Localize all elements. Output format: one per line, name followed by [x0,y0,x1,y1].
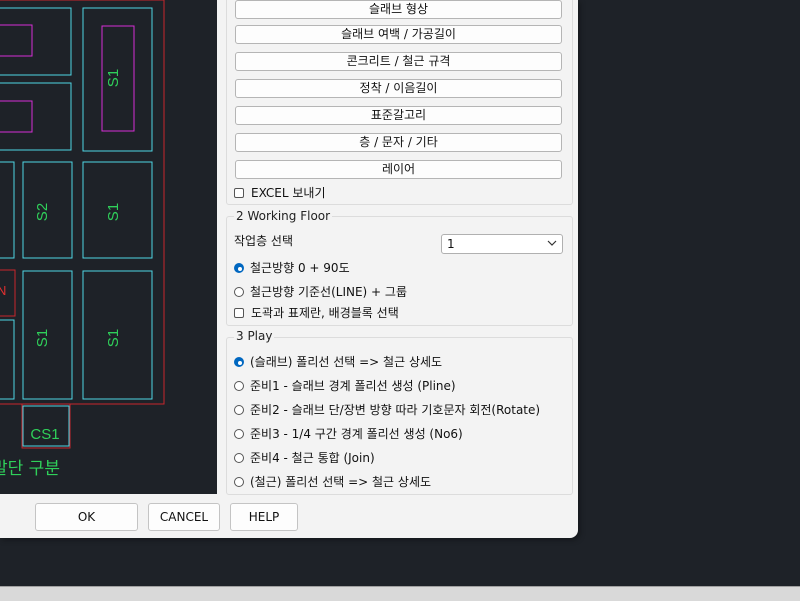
play-option-slab-detail[interactable]: (슬래브) 폴리선 선택 => 철근 상세도 [234,353,442,370]
floor-text-etc-button[interactable]: 층 / 문자 / 기타 [235,133,562,152]
checkbox-box[interactable] [234,187,244,198]
play-option-prep3[interactable]: 준비3 - 1/4 구간 경계 폴리선 생성 (No6) [234,425,463,442]
cancel-button[interactable]: CANCEL [148,503,220,531]
radio-selected[interactable] [234,356,244,367]
radio-label: 준비2 - 슬래브 단/장변 방향 따라 기호문자 회전(Rotate) [250,403,541,417]
radio-unselected[interactable] [234,286,244,297]
standard-hook-button[interactable]: 표준갈고리 [235,106,562,125]
floor-select-label: 작업층 선택 [234,234,294,248]
help-button[interactable]: HELP [230,503,298,531]
radio-label: (철근) 폴리선 선택 => 철근 상세도 [250,475,432,489]
excel-export-checkbox[interactable]: EXCEL 보내기 [234,184,326,201]
play-option-prep2[interactable]: 준비2 - 슬래브 단/장변 방향 따라 기호문자 회전(Rotate) [234,401,540,418]
checkbox-label: 도곽과 표제란, 배경블록 선택 [251,306,399,320]
working-floor-title: 2 Working Floor [234,209,333,223]
slab-rebar-dialog: S1 S2 S1 S1 S1 CS1 N 말단 구분 슬래브 형상 슬래브 여백… [0,0,578,538]
panel [0,161,15,259]
concrete-rebar-spec-button[interactable]: 콘크리트 / 철근 규격 [235,52,562,71]
panel-label: CS1 [30,426,59,443]
radio-label: 철근방향 기준선(LINE) + 그룹 [250,285,408,299]
cad-caption: 말단 구분 [0,459,60,479]
panel [0,82,72,151]
radio-label: (슬래브) 폴리선 선택 => 철근 상세도 [250,355,443,369]
ok-button[interactable]: OK [35,503,138,531]
radio-selected[interactable] [234,262,244,273]
panel-label: S2 [34,203,51,221]
panel [0,319,15,400]
rebar-direction-0-90-radio[interactable]: 철근방향 0 + 90도 [234,259,350,276]
play-option-prep4[interactable]: 준비4 - 철근 통합 (Join) [234,449,375,466]
radio-unselected[interactable] [234,380,244,391]
radio-label: 준비3 - 1/4 구간 경계 폴리선 생성 (No6) [250,427,463,441]
title-block-checkbox[interactable]: 도곽과 표제란, 배경블록 선택 [234,304,399,321]
play-option-rebar-detail[interactable]: (철근) 폴리선 선택 => 철근 상세도 [234,473,431,490]
excel-export-label: EXCEL 보내기 [251,186,326,200]
checkbox-box[interactable] [234,307,244,318]
magenta-box [0,100,33,133]
magenta-box [0,24,33,57]
play-option-prep1[interactable]: 준비1 - 슬래브 경계 폴리선 생성 (Pline) [234,377,456,394]
radio-label: 준비4 - 철근 통합 (Join) [250,451,375,465]
anchorage-splice-button[interactable]: 정착 / 이음길이 [235,79,562,98]
cad-drawing: S1 S2 S1 S1 S1 CS1 N 말단 구분 [0,0,165,479]
radio-unselected[interactable] [234,452,244,463]
rebar-direction-line-radio[interactable]: 철근방향 기준선(LINE) + 그룹 [234,283,407,300]
layer-button[interactable]: 레이어 [235,160,562,179]
radio-unselected[interactable] [234,476,244,487]
floor-select-value: 1 [447,237,455,251]
radio-unselected[interactable] [234,404,244,415]
radio-label: 준비1 - 슬래브 경계 폴리선 생성 (Pline) [250,379,456,393]
slab-shape-button[interactable]: 슬래브 형상 [235,0,562,19]
panel-label: S1 [105,203,122,221]
play-title: 3 Play [234,329,275,343]
panel [0,7,72,76]
panel-label: S1 [105,329,122,347]
slab-outline [0,0,165,405]
slab-margin-button[interactable]: 슬래브 여백 / 가공길이 [235,25,562,44]
radio-unselected[interactable] [234,428,244,439]
chevron-down-icon [547,240,557,246]
red-label: N [0,283,6,298]
floor-select[interactable]: 1 [441,234,563,254]
taskbar [0,586,800,601]
radio-label: 철근방향 0 + 90도 [250,261,350,275]
panel-label: S1 [34,329,51,347]
panel-label: S1 [105,69,122,87]
cad-drawing-preview[interactable]: S1 S2 S1 S1 S1 CS1 N 말단 구분 [0,0,217,494]
